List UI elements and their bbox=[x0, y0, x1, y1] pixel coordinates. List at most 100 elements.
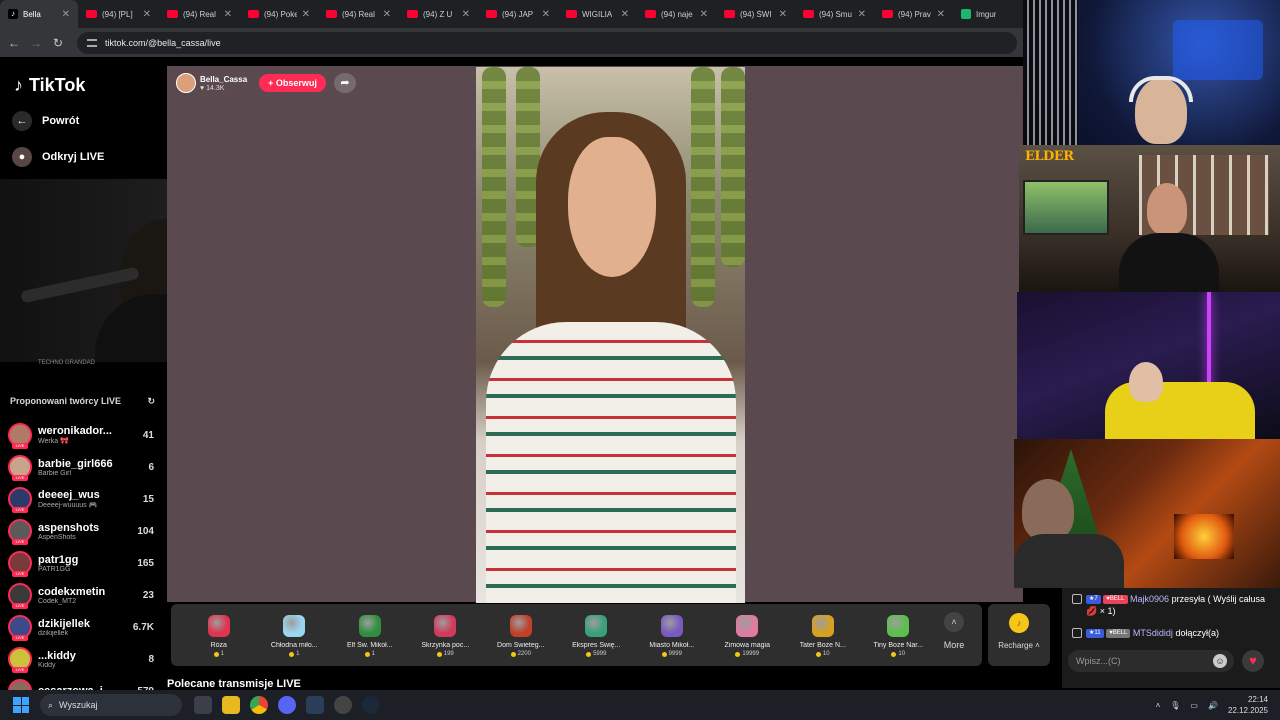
back-link[interactable]: ← Powrót bbox=[12, 111, 79, 131]
gift-item[interactable]: Ekspres Świę... 5999 bbox=[559, 613, 635, 657]
forward-arrow-icon[interactable]: → bbox=[25, 36, 47, 50]
close-tab-icon[interactable]: ✕ bbox=[621, 9, 629, 20]
volume-icon[interactable]: 🔊 bbox=[1208, 701, 1218, 710]
browser-tab[interactable]: (94) [PL] ✕ bbox=[78, 0, 159, 28]
gift-item[interactable]: Dom Świeteg... 2200 bbox=[483, 613, 559, 657]
gift-item[interactable]: Miasto Mikoł... 9999 bbox=[634, 613, 710, 657]
close-tab-icon[interactable]: ✕ bbox=[542, 9, 550, 20]
host-avatar[interactable] bbox=[176, 73, 196, 93]
creator-avatar[interactable]: LIVE bbox=[8, 455, 32, 481]
follow-button[interactable]: + Obserwuj bbox=[259, 74, 326, 92]
gift-icon bbox=[434, 615, 457, 637]
microphone-icon[interactable]: 🎙 bbox=[1170, 701, 1180, 710]
close-tab-icon[interactable]: ✕ bbox=[302, 9, 310, 20]
creator-avatar[interactable]: LIVE bbox=[8, 679, 32, 690]
share-icon[interactable]: ➦ bbox=[334, 73, 356, 93]
gift-item[interactable]: Róża 1 bbox=[181, 613, 257, 657]
browser-tab[interactable]: (94) JAP ✕ bbox=[478, 0, 558, 28]
gift-price: 2200 bbox=[510, 651, 531, 657]
browser-tab[interactable]: (94) Real ✕ bbox=[318, 0, 399, 28]
gift-item[interactable]: Skrzynka poc... 199 bbox=[408, 613, 484, 657]
browser-tab[interactable]: (94) Prav ✕ bbox=[874, 0, 953, 28]
creator-avatar[interactable]: LIVE bbox=[8, 551, 32, 577]
obs-icon[interactable] bbox=[334, 696, 352, 714]
creator-row[interactable]: LIVE ...kiddy Kiddy 8 bbox=[8, 643, 154, 675]
heart-like-button[interactable]: ♥ bbox=[1242, 650, 1264, 672]
creator-row[interactable]: LIVE patr1gg PATR1GG 165 bbox=[8, 547, 154, 579]
close-tab-icon[interactable]: ✕ bbox=[62, 9, 70, 20]
close-tab-icon[interactable]: ✕ bbox=[858, 9, 866, 20]
discover-live-link[interactable]: ● Odkryj LIVE bbox=[12, 147, 104, 167]
browser-tab[interactable]: (94) Z U ✕ bbox=[399, 0, 478, 28]
tiktok-logo[interactable]: ♪ TikTok bbox=[14, 75, 85, 96]
network-icon[interactable]: ▭ bbox=[1190, 701, 1198, 710]
browser-tab[interactable]: ♪ Bella ✕ bbox=[0, 0, 78, 28]
chrome-icon[interactable] bbox=[250, 696, 268, 714]
gift-name: Miasto Mikoł... bbox=[649, 642, 695, 649]
creator-avatar[interactable]: LIVE bbox=[8, 423, 32, 449]
chat-username[interactable]: Majk0906 bbox=[1130, 594, 1169, 604]
chat-input[interactable]: Wpisz...(C) bbox=[1068, 650, 1234, 672]
creator-info: codekxmetin Codek_MT2 bbox=[38, 586, 137, 605]
creator-avatar[interactable]: LIVE bbox=[8, 583, 32, 609]
creator-row[interactable]: LIVE codekxmetin Codek_MT2 23 bbox=[8, 579, 154, 611]
reload-icon[interactable]: ↻ bbox=[47, 36, 69, 50]
back-arrow-icon[interactable]: ← bbox=[3, 36, 25, 50]
creator-row[interactable]: LIVEcesarzowa_i...579 bbox=[8, 675, 154, 690]
windows-start-icon[interactable] bbox=[13, 697, 29, 713]
gift-item[interactable]: Chłodna miło... 1 bbox=[257, 613, 333, 657]
more-label: More bbox=[943, 640, 965, 650]
system-tray: ˄ 🎙 ▭ 🔊 22:14 22.12.2025 bbox=[1156, 690, 1268, 720]
browser-tab[interactable]: (94) naje ✕ bbox=[637, 0, 716, 28]
refresh-icon[interactable]: ↻ bbox=[147, 396, 155, 407]
gift-price: 10 bbox=[815, 651, 830, 657]
close-tab-icon[interactable]: ✕ bbox=[462, 9, 470, 20]
browser-tab[interactable]: WIGILIA ✕ bbox=[558, 0, 637, 28]
gift-price-value: 19999 bbox=[742, 651, 760, 657]
taskbar-search[interactable]: ⌕ Wyszukaj bbox=[40, 694, 182, 716]
file-explorer-icon[interactable] bbox=[222, 696, 240, 714]
creator-avatar[interactable]: LIVE bbox=[8, 615, 32, 641]
browser-tab[interactable]: (94) Poke ✕ bbox=[240, 0, 318, 28]
close-tab-icon[interactable]: ✕ bbox=[224, 9, 232, 20]
browser-tab[interactable]: (94) Smu ✕ bbox=[795, 0, 874, 28]
steam-icon[interactable] bbox=[362, 696, 380, 714]
gift-item[interactable]: Tater Boże N... 10 bbox=[785, 613, 861, 657]
browser-tab[interactable]: (94) ŚWI ✕ bbox=[716, 0, 795, 28]
creator-row[interactable]: LIVE barbie_girl666 Barbie Girl 6 bbox=[8, 451, 154, 483]
recharge-button[interactable]: ♪ Recharge ˄ bbox=[988, 604, 1050, 666]
creator-avatar[interactable]: LIVE bbox=[8, 519, 32, 545]
emoji-icon[interactable]: ☺ bbox=[1213, 654, 1227, 668]
discord-icon[interactable] bbox=[278, 696, 296, 714]
browser-tab[interactable]: Imgur bbox=[953, 0, 1005, 28]
browser-tab[interactable]: (94) Real ✕ bbox=[159, 0, 240, 28]
gift-item[interactable]: Elf Św. Mikoł... 1 bbox=[332, 613, 408, 657]
chevron-up-icon[interactable]: ˄ bbox=[1156, 701, 1161, 710]
close-tab-icon[interactable]: ✕ bbox=[383, 9, 391, 20]
creator-row[interactable]: LIVE weronikador... Werka 🎀 41 bbox=[8, 419, 154, 451]
gift-item[interactable]: Tiny Boże Nar... 10 bbox=[861, 613, 937, 657]
creator-row[interactable]: LIVE deeeej_wus Deeeej-wuuuus 🎮 15 bbox=[8, 483, 154, 515]
coin-icon: ♪ bbox=[1009, 613, 1029, 633]
gift-price: 10 bbox=[891, 651, 905, 657]
terminal-icon[interactable] bbox=[306, 696, 324, 714]
creator-row[interactable]: LIVE aspenshots AspenShots 104 bbox=[8, 515, 154, 547]
close-tab-icon[interactable]: ✕ bbox=[779, 9, 787, 20]
more-gifts-button[interactable]: ˄ More bbox=[939, 612, 969, 650]
gift-item[interactable]: Zimowa magia 19999 bbox=[710, 613, 786, 657]
site-settings-icon[interactable] bbox=[87, 38, 97, 47]
clock-time: 22:14 bbox=[1247, 695, 1268, 704]
clock[interactable]: 22:14 22.12.2025 bbox=[1228, 694, 1268, 716]
address-bar[interactable]: tiktok.com/@bella_cassa/live bbox=[77, 31, 1017, 54]
close-tab-icon[interactable]: ✕ bbox=[143, 9, 151, 20]
creator-row[interactable]: LIVE dzikijellek dzikijellek 6.7K bbox=[8, 611, 154, 643]
close-tab-icon[interactable]: ✕ bbox=[937, 9, 945, 20]
coin-icon bbox=[364, 651, 370, 657]
live-video[interactable] bbox=[476, 67, 745, 603]
chat-username[interactable]: MTSdididj bbox=[1133, 628, 1173, 638]
task-view-icon[interactable] bbox=[194, 696, 212, 714]
level-value: 11 bbox=[1094, 630, 1101, 637]
close-tab-icon[interactable]: ✕ bbox=[700, 9, 708, 20]
creator-avatar[interactable]: LIVE bbox=[8, 647, 32, 673]
creator-avatar[interactable]: LIVE bbox=[8, 487, 32, 513]
